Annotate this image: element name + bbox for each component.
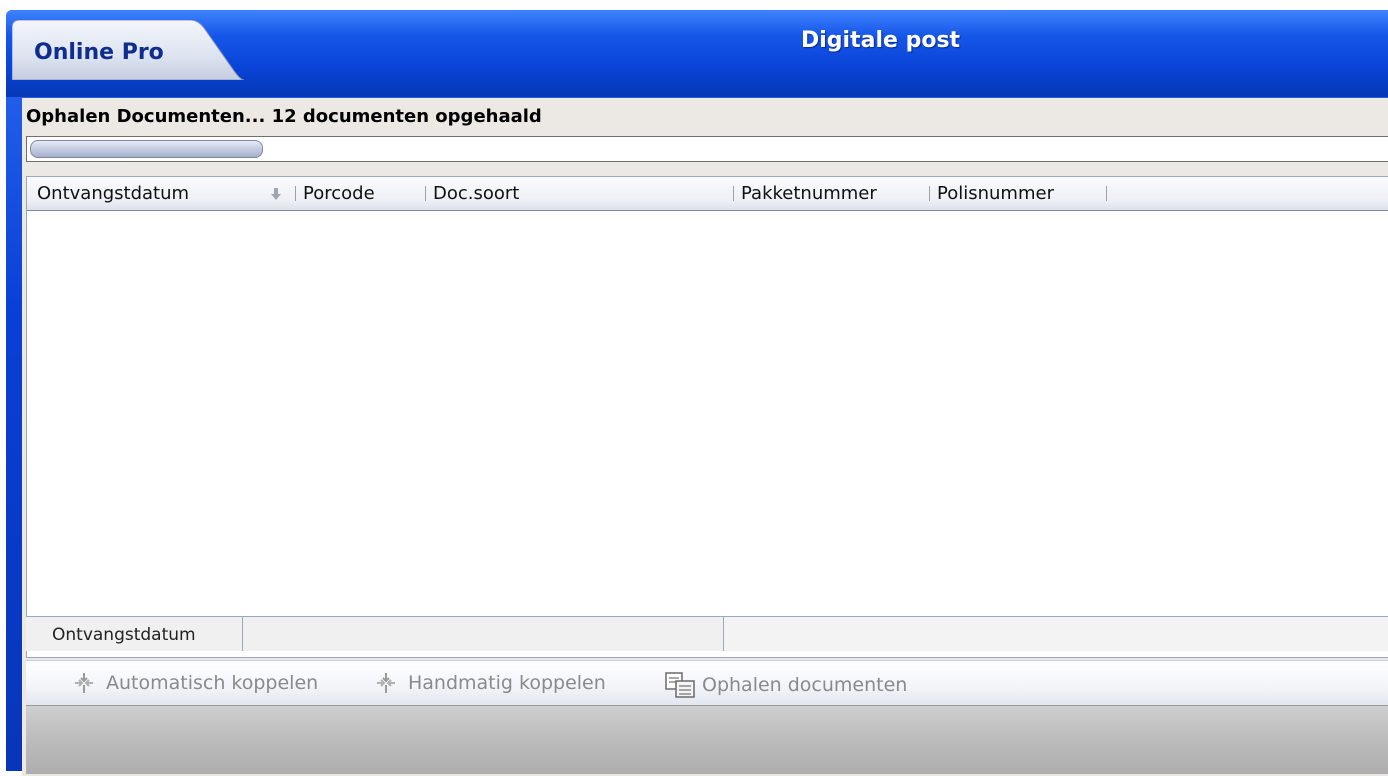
footer-cell [724, 617, 1388, 651]
column-header-ontvangstdatum[interactable]: Ontvangstdatum [37, 183, 189, 204]
column-separator[interactable] [295, 186, 296, 201]
column-header-polisnummer[interactable]: Polisnummer [937, 183, 1054, 204]
ophalen-documenten-label: Ophalen documenten [702, 674, 908, 696]
app-window: Online Pro Digitale post Ophalen Documen… [6, 10, 1388, 776]
sort-descending-icon[interactable] [268, 186, 284, 202]
handmatig-koppelen-button[interactable]: Handmatig koppelen [374, 671, 606, 695]
status-message: Ophalen Documenten... 12 documenten opge… [26, 106, 542, 127]
column-separator[interactable] [1106, 186, 1107, 201]
link-arrows-icon [377, 673, 395, 693]
grid-footer: Ontvangstdatum [26, 616, 1388, 651]
bottom-panel [26, 705, 1388, 774]
column-separator[interactable] [425, 186, 426, 201]
online-pro-tab[interactable]: Online Pro [12, 20, 244, 80]
column-header-pakketnummer[interactable]: Pakketnummer [741, 183, 877, 204]
automatisch-koppelen-button[interactable]: Automatisch koppelen [72, 671, 318, 695]
automatisch-koppelen-label: Automatisch koppelen [106, 672, 319, 694]
title-bar: Online Pro Digitale post [6, 10, 1388, 97]
handmatig-koppelen-label: Handmatig koppelen [408, 672, 606, 694]
column-header-porcode[interactable]: Porcode [303, 183, 375, 204]
column-header-doc-soort[interactable]: Doc.soort [433, 183, 519, 204]
column-separator[interactable] [733, 186, 734, 201]
footer-group-label: Ontvangstdatum [52, 625, 196, 645]
documents-grid[interactable]: Ontvangstdatum Porcode Doc.soort Pakketn… [26, 176, 1388, 658]
tab-label: Online Pro [34, 40, 164, 65]
progress-bar [26, 136, 1388, 162]
action-toolbar: Automatisch koppelen Handmatig koppelen [26, 660, 1388, 705]
footer-group-cell: Ontvangstdatum [26, 617, 243, 651]
documents-icon [665, 672, 695, 698]
link-arrows-icon [75, 673, 93, 693]
progress-bar-fill [30, 140, 263, 158]
main-content: Ophalen Documenten... 12 documenten opge… [22, 98, 1388, 776]
footer-cell [243, 617, 724, 651]
window-title: Digitale post [801, 28, 961, 53]
column-separator[interactable] [929, 186, 930, 201]
grid-header: Ontvangstdatum Porcode Doc.soort Pakketn… [27, 177, 1388, 211]
ophalen-documenten-button[interactable]: Ophalen documenten [664, 671, 907, 699]
